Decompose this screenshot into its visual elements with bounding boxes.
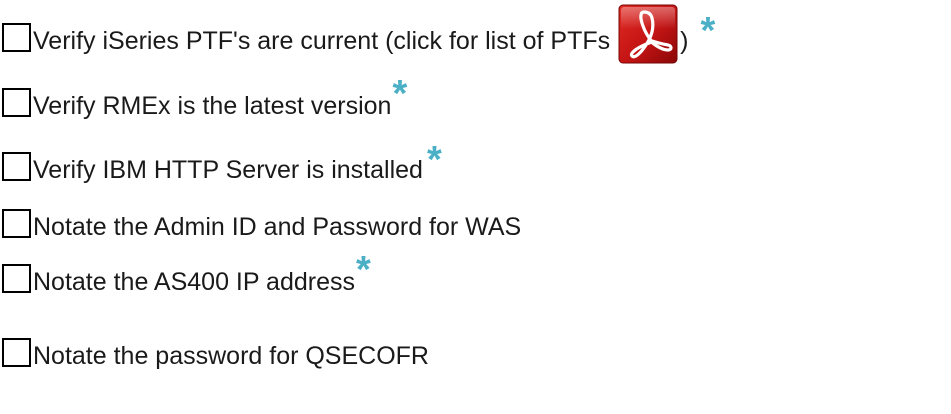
closing-paren: ) — [680, 27, 689, 55]
required-asterisk: * — [700, 10, 716, 52]
checkbox-icon[interactable] — [2, 264, 31, 293]
checklist-item-ptf: Verify iSeries PTF's are current (click … — [0, 4, 716, 64]
checklist-item-was-admin: Notate the Admin ID and Password for WAS — [0, 196, 521, 244]
checkbox-icon[interactable] — [2, 88, 31, 117]
pdf-icon[interactable] — [618, 4, 678, 64]
checklist-item-label: Verify iSeries PTF's are current (click … — [33, 27, 611, 55]
checklist-item-rmex: Verify RMEx is the latest version * — [0, 75, 407, 123]
checklist-item-label: Notate the AS400 IP address — [33, 268, 355, 296]
checklist-item-label: Verify IBM HTTP Server is installed — [33, 156, 423, 184]
checklist-item-ip-address: Notate the AS400 IP address * — [0, 251, 371, 299]
checkbox-icon[interactable] — [2, 338, 31, 367]
required-asterisk: * — [426, 139, 442, 181]
checklist-item-label: Verify RMEx is the latest version — [33, 92, 392, 120]
required-asterisk: * — [392, 73, 408, 115]
checklist-item-qsecofr: Notate the password for QSECOFR — [0, 325, 429, 373]
checklist-item-http-server: Verify IBM HTTP Server is installed * — [0, 139, 442, 187]
checklist-item-label: Notate the Admin ID and Password for WAS — [33, 213, 522, 241]
checkbox-icon[interactable] — [2, 209, 31, 238]
checkbox-icon[interactable] — [2, 152, 31, 181]
setup-checklist: Verify iSeries PTF's are current (click … — [0, 0, 951, 414]
checklist-item-label: Notate the password for QSECOFR — [33, 342, 429, 370]
adobe-pdf-icon — [618, 4, 678, 64]
checkbox-icon[interactable] — [2, 23, 31, 52]
required-asterisk: * — [356, 249, 371, 291]
